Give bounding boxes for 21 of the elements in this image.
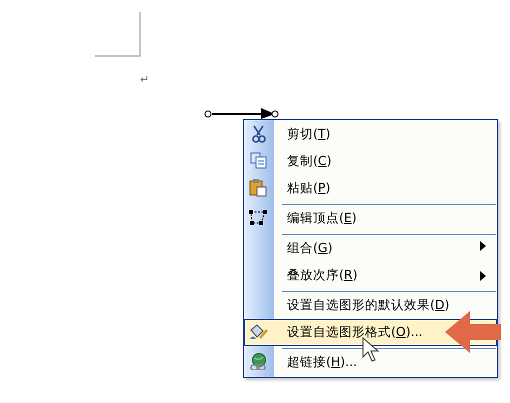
menu-item[interactable]: 编辑顶点(E) <box>274 202 497 232</box>
menu-item[interactable]: 剪切(T) <box>274 121 497 148</box>
globe-link-icon <box>250 353 266 370</box>
scissors-icon <box>252 125 266 143</box>
submenu-arrow-icon <box>480 271 486 281</box>
arrow-shape[interactable] <box>203 107 281 121</box>
edit-points-icon <box>249 210 267 225</box>
format-shape-icon <box>250 324 268 339</box>
menu-item[interactable]: 复制(C) <box>274 148 497 175</box>
menu-item[interactable]: 叠放次序(R) <box>274 262 497 289</box>
menu-item[interactable]: 组合(G) <box>274 232 497 262</box>
pointer-arrow-icon <box>445 311 501 353</box>
menu-item[interactable]: 粘贴(P) <box>274 175 497 202</box>
clipboard-icon <box>250 179 266 196</box>
menu-item[interactable]: 设置自选图形的默认效果(D) <box>274 289 497 319</box>
margin-corner-mark <box>95 12 141 57</box>
paragraph-mark: ↵ <box>140 72 150 88</box>
menu-item[interactable]: 超链接(H)... <box>274 346 497 376</box>
copy-icon <box>250 152 266 168</box>
submenu-arrow-icon <box>480 241 486 251</box>
cursor-icon <box>362 337 380 363</box>
